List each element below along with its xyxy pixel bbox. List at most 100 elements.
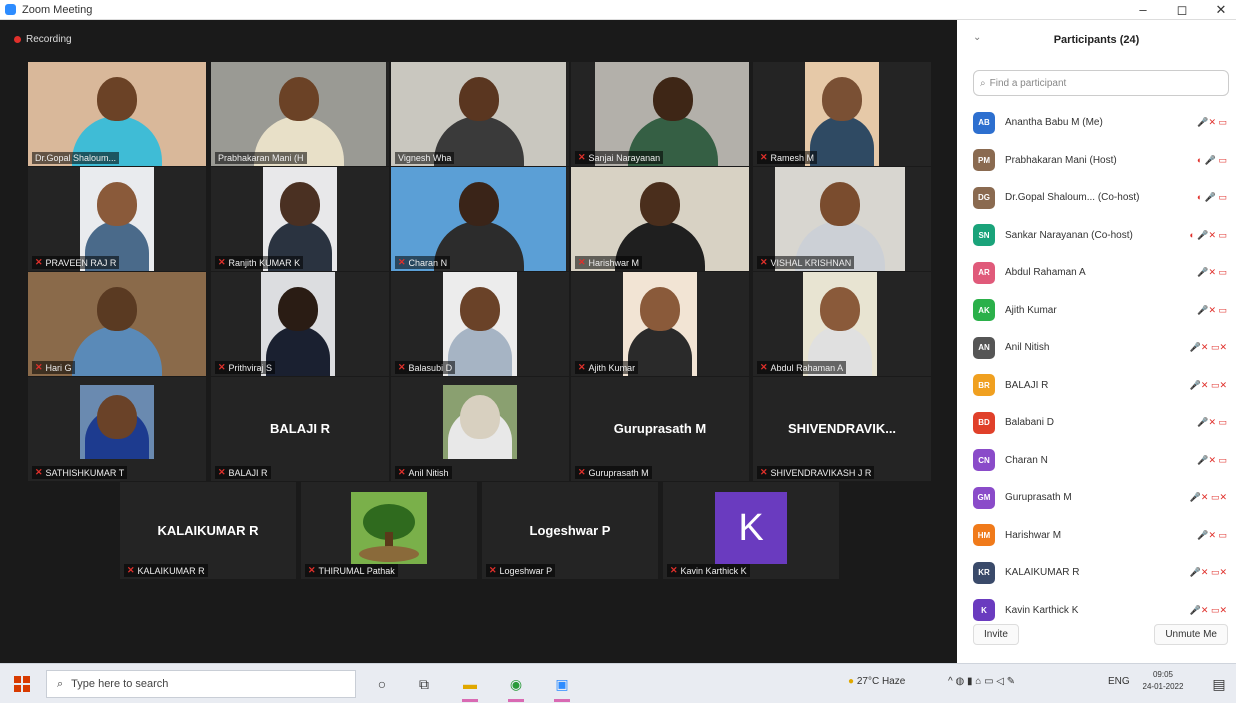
person-head xyxy=(652,76,693,121)
participant-tile[interactable]: Prabhakaran Mani (H xyxy=(211,62,389,166)
participant-tile[interactable]: ✕ Ajith Kumar xyxy=(571,272,749,376)
participant-avatar: DG xyxy=(973,186,995,209)
maximize-button[interactable]: ◻ xyxy=(1172,2,1192,18)
participant-row[interactable]: GM Guruprasath M 🎤✕ ▭✕ xyxy=(973,479,1231,517)
clock[interactable]: 09:05 24-01-2022 xyxy=(1138,669,1188,693)
notifications-icon[interactable]: ▤ xyxy=(1207,672,1231,696)
file-explorer-icon[interactable]: ▬ xyxy=(458,672,482,702)
participant-name-text: Hari G xyxy=(45,362,72,373)
participant-tile[interactable]: Vignesh Wha xyxy=(391,62,569,166)
participant-search-input[interactable]: ⌕ Find a participant xyxy=(973,70,1229,96)
participant-row-name: Prabhakaran Mani (Host) xyxy=(1005,154,1117,166)
weather-widget[interactable]: ● 27°C Haze xyxy=(848,676,905,687)
person-head xyxy=(458,76,499,121)
participant-row[interactable]: AR Abdul Rahaman A 🎤✕ ▭ xyxy=(973,254,1231,292)
person-head xyxy=(97,181,137,226)
participant-tile[interactable]: K ✕ Kavin Karthick K xyxy=(663,482,839,579)
participant-name-label: ✕ THIRUMAL Pathak xyxy=(305,564,398,577)
person-head xyxy=(278,286,318,331)
participant-row[interactable]: CN Charan N 🎤✕ ▭ xyxy=(973,442,1231,480)
muted-mic-icon: ✕ xyxy=(398,257,406,267)
windows-start-icon[interactable] xyxy=(14,676,30,692)
participant-tile[interactable]: ✕ Abdul Rahaman A xyxy=(753,272,931,376)
panel-footer: Invite Unmute Me xyxy=(973,624,1228,645)
participant-row[interactable]: PM Prabhakaran Mani (Host) ◐ 🎤 ▭ xyxy=(973,142,1231,180)
participant-tile[interactable]: ✕ Ranjith KUMAR K xyxy=(211,167,389,271)
taskbar-search-box[interactable]: ⌕ Type here to search xyxy=(46,670,356,698)
chrome-icon[interactable]: ◉ xyxy=(504,672,528,702)
person-head xyxy=(97,395,137,440)
participant-tile[interactable]: Guruprasath M ✕ Guruprasath M xyxy=(571,377,749,481)
participant-row[interactable]: BR BALAJI R 🎤✕ ▭✕ xyxy=(973,367,1231,405)
title-bar: Zoom Meeting – ◻ ✕ xyxy=(0,0,1236,20)
clock-time: 09:05 xyxy=(1152,670,1174,679)
participant-name-text: Anil Nitish xyxy=(408,467,449,478)
participant-row[interactable]: KR KALAIKUMAR R 🎤✕ ▭✕ xyxy=(973,554,1231,592)
person-head xyxy=(822,76,862,121)
search-placeholder: Find a participant xyxy=(989,77,1067,89)
participant-tile[interactable]: ✕ Balasubi D xyxy=(391,272,569,376)
participant-tile[interactable]: ✕ Sanjai Narayanan xyxy=(571,62,749,166)
close-button[interactable]: ✕ xyxy=(1211,2,1231,18)
participant-name-label: ✕ Ramesh M xyxy=(757,151,818,164)
participant-row[interactable]: DG Dr.Gopal Shaloum... (Co-host) ◐ 🎤 ▭ xyxy=(973,179,1231,217)
participant-tile[interactable]: ✕ Prithviraj S xyxy=(211,272,389,376)
participant-row-name: BALAJI R xyxy=(1005,379,1049,391)
participant-tile[interactable]: Dr.Gopal Shaloum... xyxy=(28,62,206,166)
participant-tile[interactable]: ✕ Hari G xyxy=(28,272,206,376)
participant-avatar: AR xyxy=(973,261,995,284)
muted-mic-icon: ✕ xyxy=(308,565,316,575)
participant-name-text: SATHISHKUMAR T xyxy=(45,467,125,478)
person-body xyxy=(72,326,162,376)
participant-name-text: Kavin Karthick K xyxy=(680,565,747,576)
participant-tile[interactable]: ✕ Charan N xyxy=(391,167,569,271)
participant-row-name: Anantha Babu M (Me) xyxy=(1005,117,1103,129)
participant-row-name: Abdul Rahaman A xyxy=(1005,267,1086,279)
windows-taskbar: ⌕ Type here to search ○ ⧉ ▬ ◉ ▣ ● 27°C H… xyxy=(0,663,1236,703)
mic-camera-status-icon: ◐ 🎤 ▭ xyxy=(1196,192,1227,203)
participant-row[interactable]: HM Harishwar M 🎤✕ ▭ xyxy=(973,517,1231,555)
participant-name-text: PRAVEEN RAJ R xyxy=(45,257,117,268)
participant-name-text: Charan N xyxy=(408,257,448,268)
participant-tile[interactable]: ✕ THIRUMAL Pathak xyxy=(301,482,477,579)
minimize-button[interactable]: – xyxy=(1133,2,1153,17)
muted-mic-icon: ✕ xyxy=(670,565,678,575)
participant-name-text: Ramesh M xyxy=(770,152,815,163)
participant-name-label: Prabhakaran Mani (H xyxy=(215,152,307,164)
participant-tile[interactable]: Logeshwar P ✕ Logeshwar P xyxy=(482,482,658,579)
task-view-icon[interactable]: ⧉ xyxy=(412,672,436,696)
participant-tile[interactable]: ✕ Harishwar M xyxy=(571,167,749,271)
participant-avatar: K xyxy=(973,599,995,622)
participant-tile[interactable]: ✕ SATHISHKUMAR T xyxy=(28,377,206,481)
participant-tile[interactable]: KALAIKUMAR R ✕ KALAIKUMAR R xyxy=(120,482,296,579)
system-tray-icons[interactable]: ^ ◍ ▮ ⌂ ▭ ◁ ✎ xyxy=(948,676,1015,687)
zoom-app-icon[interactable]: ▣ xyxy=(550,672,574,702)
participant-tile[interactable]: SHIVENDRAVIK... ✕ SHIVENDRAVIKASH J R xyxy=(753,377,931,481)
participant-row-name: KALAIKUMAR R xyxy=(1005,567,1080,579)
mic-camera-status-icon: 🎤✕ ▭✕ xyxy=(1189,604,1227,615)
participant-row[interactable]: BD Balabani D 🎤✕ ▭ xyxy=(973,404,1231,442)
person-head xyxy=(97,76,137,121)
participant-display-name: SHIVENDRAVIK... xyxy=(787,420,897,436)
participant-name-label: ✕ SHIVENDRAVIKASH J R xyxy=(757,466,875,479)
participant-row[interactable]: AB Anantha Babu M (Me) 🎤✕ ▭ xyxy=(973,104,1231,142)
participant-row[interactable]: AK Ajith Kumar 🎤✕ ▭ xyxy=(973,292,1231,330)
invite-button[interactable]: Invite xyxy=(973,624,1019,645)
participant-tile[interactable]: BALAJI R ✕ BALAJI R xyxy=(211,377,389,481)
person-head xyxy=(640,286,680,331)
participant-tile[interactable]: ✕ Anil Nitish xyxy=(391,377,569,481)
language-indicator[interactable]: ENG xyxy=(1108,676,1130,687)
participant-tile[interactable]: ✕ PRAVEEN RAJ R xyxy=(28,167,206,271)
participant-row-name: Kavin Karthick K xyxy=(1005,604,1079,616)
participant-avatar: PM xyxy=(973,149,995,172)
participant-tile[interactable]: ✕ VISHAL KRISHNAN xyxy=(753,167,931,271)
unmute-me-button[interactable]: Unmute Me xyxy=(1154,624,1228,645)
participant-list: AB Anantha Babu M (Me) 🎤✕ ▭ PM Prabhakaran M… xyxy=(973,104,1231,629)
participant-tile[interactable]: ✕ Ramesh M xyxy=(753,62,931,166)
participant-row[interactable]: AN Anil Nitish 🎤✕ ▭✕ xyxy=(973,329,1231,367)
participant-name-text: Dr.Gopal Shaloum... xyxy=(35,153,117,163)
cortana-icon[interactable]: ○ xyxy=(370,672,394,696)
participant-row-name: Dr.Gopal Shaloum... (Co-host) xyxy=(1005,192,1140,204)
participant-row[interactable]: SN Sankar Narayanan (Co-host) ◐ 🎤✕ ▭ xyxy=(973,217,1231,255)
participant-display-name: Guruprasath M xyxy=(613,420,707,436)
